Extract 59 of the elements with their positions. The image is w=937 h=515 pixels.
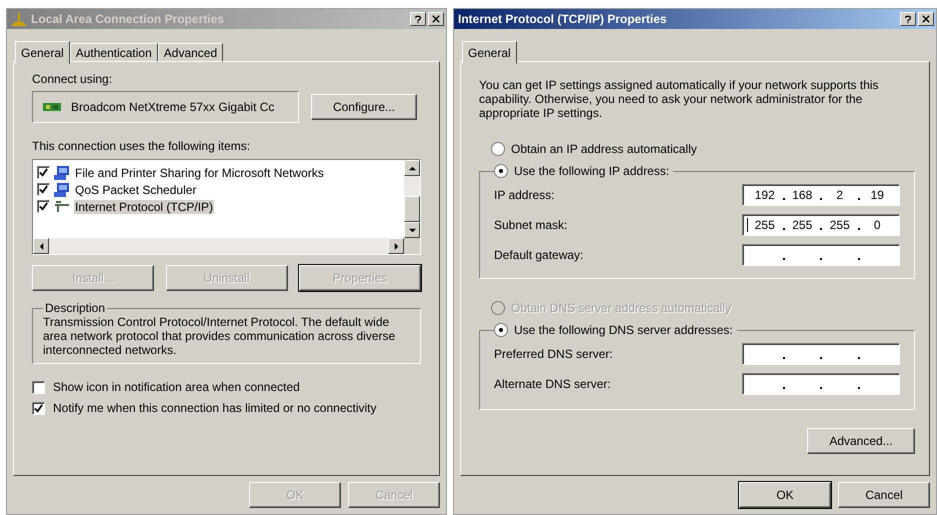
network-card-icon [43, 102, 61, 112]
question-mark-icon [904, 14, 912, 24]
help-button[interactable] [900, 12, 916, 26]
ip-field[interactable] [742, 244, 900, 266]
ip-field[interactable] [742, 343, 900, 365]
close-icon [922, 15, 930, 23]
radio-button[interactable] [494, 323, 508, 337]
question-mark-icon [414, 14, 422, 24]
field-label: Default gateway: [494, 248, 584, 262]
field-label: IP address: [494, 188, 554, 202]
tab[interactable]: General [462, 41, 517, 64]
plug-icon [54, 198, 70, 214]
tab[interactable]: Authentication [70, 43, 158, 63]
scrollbar[interactable] [404, 160, 420, 238]
left-arrow-icon[interactable] [38, 242, 44, 250]
field-label: Preferred DNS server: [494, 347, 613, 361]
ip-field[interactable]: 255 255 255 0 [742, 214, 900, 236]
close-button[interactable] [428, 12, 444, 26]
window-title: Local Area Connection Properties [31, 12, 225, 26]
checkbox[interactable] [32, 380, 45, 394]
checkbox-label[interactable]: Show icon in notification area when connected [53, 380, 300, 394]
intro-text: You can get IP settings assigned automatically if your network supports this capability. Otherwise, you need to ask your network administrator for the appropriate IP settings. [479, 78, 880, 120]
radio-label[interactable]: Use the following DNS server addresses: [514, 323, 733, 337]
adapter-name: Broadcom NetXtreme 57xx Gigabit Cc [71, 100, 274, 114]
list-item[interactable]: File and Printer Sharing for Microsoft Networks [74, 166, 325, 180]
radio-label[interactable]: Use the following IP address: [514, 164, 670, 178]
window-title: Internet Protocol (TCP/IP) Properties [458, 12, 668, 26]
right-arrow-icon[interactable] [392, 242, 400, 250]
up-arrow-icon[interactable] [408, 164, 416, 172]
radio-label[interactable]: Obtain an IP address automatically [511, 142, 697, 156]
advanced-button[interactable]: Advanced... [807, 428, 915, 454]
dialog-button[interactable]: OK [739, 482, 831, 508]
radio-button[interactable] [494, 164, 508, 178]
scrollbar[interactable] [33, 238, 420, 254]
network-icon [11, 11, 27, 27]
close-icon [432, 15, 440, 23]
down-arrow-icon[interactable] [408, 226, 416, 234]
computer-icon [54, 182, 70, 198]
field-label: Alternate DNS server: [494, 377, 611, 391]
section-label: This connection uses the following items: [32, 139, 252, 153]
ip-field[interactable]: 192 168 2 19 [742, 184, 900, 206]
field-label: Subnet mask: [494, 218, 568, 232]
dialog-button[interactable]: Cancel [838, 482, 930, 508]
checkbox-label[interactable]: Notify me when this connection has limited or no connectivity [53, 401, 376, 415]
computer-icon [54, 164, 70, 180]
checkbox[interactable] [32, 402, 45, 414]
help-button[interactable] [410, 12, 426, 26]
list-item[interactable]: QoS Packet Scheduler [74, 182, 198, 196]
list-item[interactable]: Internet Protocol (TCP/IP) [74, 200, 214, 214]
group-label: Description [44, 301, 106, 315]
ip-field[interactable] [742, 373, 900, 395]
close-button[interactable] [918, 12, 934, 26]
section-label: Connect using: [32, 72, 114, 86]
scrollbar-corner [404, 238, 420, 254]
radio-button[interactable] [491, 142, 505, 156]
tab[interactable]: Advanced [158, 43, 224, 63]
tab[interactable]: General [15, 41, 70, 64]
configure-button[interactable]: Configure... [311, 94, 417, 120]
description-text: Transmission Control Protocol/Internet Protocol. The default wide area network protocol that provides communication across diverse interconnected networks. [43, 315, 396, 357]
